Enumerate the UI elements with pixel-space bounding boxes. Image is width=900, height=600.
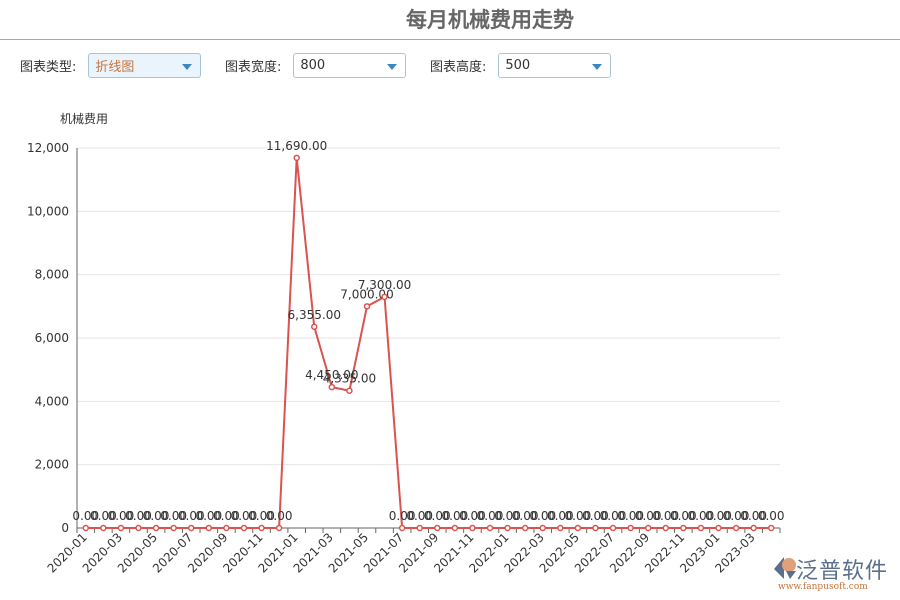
data-point <box>698 526 703 531</box>
data-point <box>540 526 545 531</box>
data-point <box>611 526 616 531</box>
y-tick-label: 10,000 <box>27 204 69 218</box>
logo-url: www.fanpusoft.com <box>778 582 868 592</box>
data-point <box>400 526 405 531</box>
data-point <box>558 526 563 531</box>
logo-name: 泛普软件 <box>796 553 888 585</box>
data-point <box>136 526 141 531</box>
data-point <box>259 526 264 531</box>
data-point <box>224 526 229 531</box>
data-point <box>488 526 493 531</box>
y-tick-label: 2,000 <box>35 458 69 472</box>
data-label: 7,300.00 <box>358 278 411 292</box>
data-point <box>189 526 194 531</box>
data-point <box>277 526 282 531</box>
data-point <box>83 526 88 531</box>
data-point <box>628 526 633 531</box>
logo-icon <box>772 555 798 581</box>
data-point <box>364 304 369 309</box>
y-axis-title: 机械费用 <box>60 111 108 126</box>
data-label: 0.00 <box>266 509 293 523</box>
data-label: 6,355.00 <box>288 308 341 322</box>
data-point <box>470 526 475 531</box>
data-point <box>347 388 352 393</box>
data-label: 11,690.00 <box>266 139 327 153</box>
y-tick-label: 0 <box>61 521 69 535</box>
data-point <box>171 526 176 531</box>
y-tick-label: 12,000 <box>27 141 69 155</box>
data-label: 0.00 <box>758 509 785 523</box>
data-point <box>523 526 528 531</box>
data-point <box>241 526 246 531</box>
data-point <box>716 526 721 531</box>
series-line <box>86 158 771 528</box>
y-tick-label: 4,000 <box>35 394 69 408</box>
line-chart: 机械费用02,0004,0006,0008,00010,00012,000202… <box>0 0 900 600</box>
data-point <box>294 155 299 160</box>
data-point <box>681 526 686 531</box>
data-point <box>312 324 317 329</box>
y-tick-label: 8,000 <box>35 268 69 282</box>
data-point <box>663 526 668 531</box>
data-point <box>452 526 457 531</box>
data-label: 4,335.00 <box>323 372 376 386</box>
data-point <box>206 526 211 531</box>
data-point <box>505 526 510 531</box>
y-tick-label: 6,000 <box>35 331 69 345</box>
data-point <box>646 526 651 531</box>
data-point <box>154 526 159 531</box>
data-point <box>435 526 440 531</box>
data-point <box>751 526 756 531</box>
data-point <box>575 526 580 531</box>
data-point <box>417 526 422 531</box>
data-point <box>382 294 387 299</box>
data-point <box>769 526 774 531</box>
data-point <box>118 526 123 531</box>
data-point <box>734 526 739 531</box>
data-point <box>593 526 598 531</box>
data-point <box>101 526 106 531</box>
